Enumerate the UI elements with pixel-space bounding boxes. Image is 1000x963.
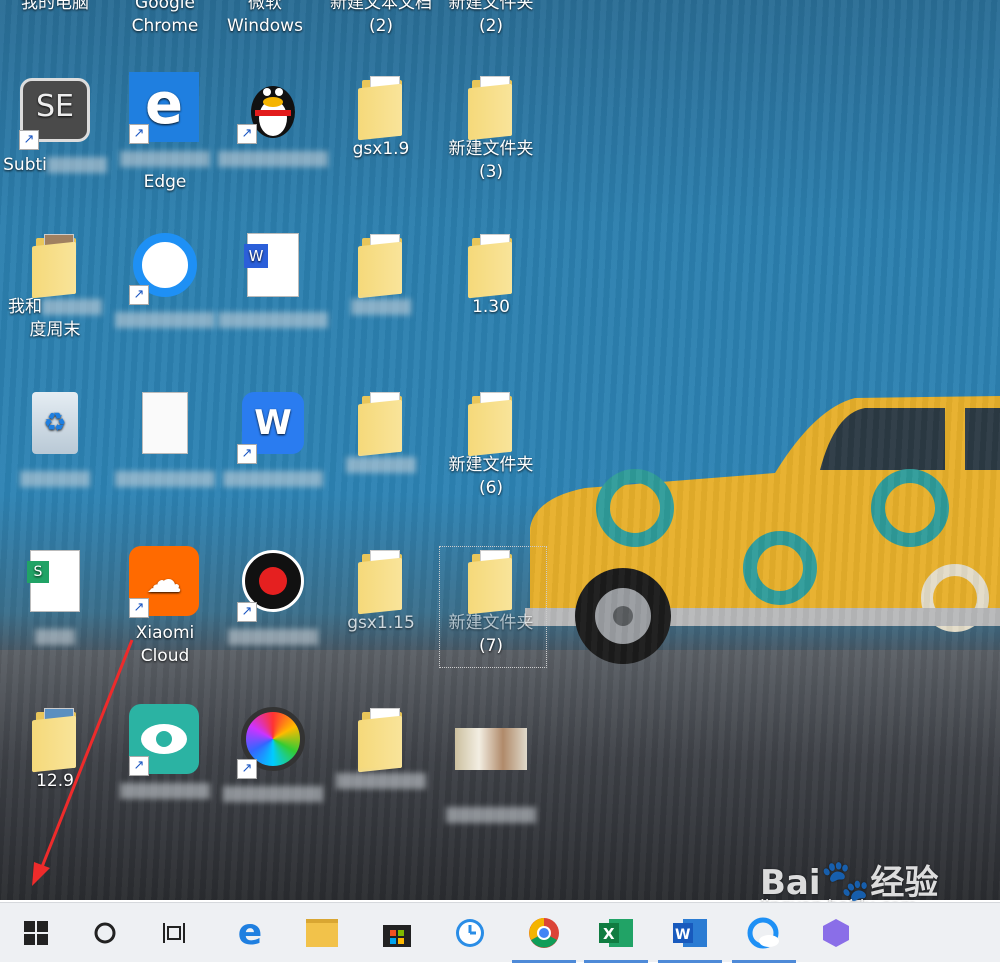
taskbar-excel[interactable]: X xyxy=(584,911,648,963)
edge-icon: e xyxy=(237,912,263,953)
windows-logo-icon xyxy=(24,921,48,945)
taskbar-clock-app[interactable] xyxy=(448,911,492,955)
taskbar-qq-browser[interactable] xyxy=(732,911,796,963)
task-view-button[interactable] xyxy=(153,911,197,955)
taskbar-word[interactable]: W xyxy=(658,911,722,963)
taskbar: e X W xyxy=(0,902,1000,963)
task-view-icon xyxy=(163,923,185,943)
chrome-icon xyxy=(529,918,559,948)
store-bag-icon xyxy=(383,925,411,947)
word-icon: W xyxy=(673,919,707,947)
folder-icon xyxy=(306,919,338,947)
annotation-arrow xyxy=(32,639,134,886)
start-button[interactable] xyxy=(14,911,58,955)
svg-text:X: X xyxy=(603,925,615,943)
app-hexagon-icon xyxy=(823,919,849,947)
clock-icon xyxy=(456,919,484,947)
svg-text:W: W xyxy=(675,927,690,943)
excel-icon: X xyxy=(599,919,633,947)
taskbar-file-explorer[interactable] xyxy=(300,911,344,955)
cortana-circle-icon xyxy=(94,922,116,944)
taskbar-edge[interactable]: e xyxy=(228,911,272,955)
search-button[interactable] xyxy=(83,911,127,955)
taskbar-app[interactable] xyxy=(814,911,858,955)
taskbar-chrome[interactable] xyxy=(512,911,576,963)
qq-browser-icon xyxy=(747,917,779,949)
taskbar-store[interactable] xyxy=(375,911,419,955)
